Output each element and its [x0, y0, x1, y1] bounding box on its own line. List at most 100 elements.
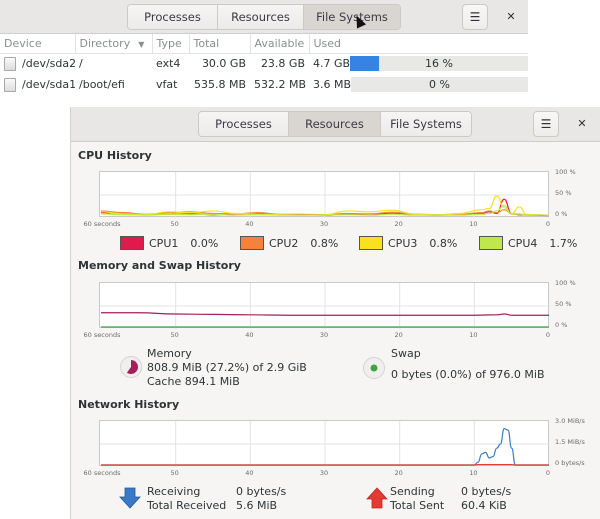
- header-bar: Processes Resources File Systems ☰ ✕: [0, 0, 528, 34]
- memory-pie-icon[interactable]: [120, 356, 142, 378]
- device-name: /dev/sda1: [22, 77, 75, 91]
- drive-icon: [4, 77, 16, 92]
- cpu-history-graph: [99, 171, 550, 218]
- total-cell: 30.0 GB: [201, 57, 246, 71]
- cpu3-label: CPU3: [388, 236, 418, 250]
- x-tick-label: 60 seconds: [83, 331, 121, 339]
- tab-resources[interactable]: Resources: [289, 112, 381, 136]
- device-cell: /dev/sda2: [0, 53, 75, 74]
- tab-file-systems[interactable]: File Systems: [381, 112, 471, 136]
- sending-value: 0 bytes/s: [461, 485, 512, 498]
- y-tick-label: 100 %: [555, 168, 576, 176]
- close-icon: ✕: [577, 117, 587, 130]
- y-tick-label: 0 %: [555, 321, 568, 329]
- total-cell: 535.8 MB: [193, 78, 246, 91]
- sending-info: Sending Total Sent: [390, 485, 444, 513]
- column-header-directory-label: Directory: [79, 36, 131, 50]
- close-button[interactable]: ✕: [501, 7, 521, 27]
- cpu3-value: 0.8%: [429, 236, 458, 250]
- memory-cache: Cache 894.1 MiB: [147, 375, 240, 388]
- x-tick-label: 20: [394, 331, 403, 339]
- view-switcher: Processes Resources File Systems: [198, 111, 472, 137]
- header-bar: Processes Resources File Systems ☰ ✕: [71, 107, 600, 142]
- cpu3-legend: CPU3 0.8%: [359, 236, 457, 250]
- total-received-value: 5.6 MiB: [236, 499, 278, 512]
- tab-processes[interactable]: Processes: [199, 112, 289, 136]
- cpu1-color-swatch[interactable]: [120, 236, 144, 250]
- sending-values: 0 bytes/s 60.4 KiB: [461, 485, 511, 513]
- y-tick-label: 0 bytes/s: [555, 459, 585, 467]
- cpu1-value: 0.0%: [190, 236, 219, 250]
- used-percent-label: 0 %: [429, 78, 450, 91]
- x-tick-label: 50: [170, 220, 179, 228]
- total-sent-value: 60.4 KiB: [461, 499, 507, 512]
- y-tick-label: 0 %: [555, 210, 568, 218]
- hamburger-menu-icon: ☰: [469, 10, 481, 24]
- memory-usage: 808.9 MiB (27.2%) of 2.9 GiB: [147, 361, 307, 374]
- y-tick-label: 100 %: [555, 279, 576, 287]
- used-value: 4.7 GB: [313, 57, 351, 71]
- receiving-value: 0 bytes/s: [236, 485, 287, 498]
- y-tick-label: 50 %: [555, 300, 572, 308]
- swap-usage: 0 bytes (0.0%) of 976.0 MiB: [391, 368, 545, 381]
- chart-plot: [100, 283, 550, 329]
- receiving-info: Receiving Total Received: [147, 485, 226, 513]
- menu-button[interactable]: ☰: [462, 4, 488, 30]
- cpu1-label: CPU1: [149, 236, 179, 250]
- y-tick-label: 50 %: [555, 189, 572, 197]
- available-cell: 532.2 MB: [254, 78, 307, 91]
- cpu4-legend: CPU4 1.7%: [479, 236, 577, 250]
- y-tick-label: 1.5 MiB/s: [555, 438, 585, 446]
- x-tick-label: 20: [394, 220, 403, 228]
- tab-resources[interactable]: Resources: [218, 5, 304, 29]
- file-systems-table: Device Directory ▼ Type Total Available U…: [0, 34, 528, 95]
- used-progress-bar: 0 %: [351, 77, 528, 92]
- column-header-type[interactable]: Type: [152, 34, 190, 54]
- receiving-arrow-icon[interactable]: [119, 487, 141, 509]
- cpu2-legend: CPU2 0.8%: [240, 236, 338, 250]
- used-cell: 4.7 GB 16 %: [309, 53, 528, 74]
- memory-history-graph: [99, 282, 550, 329]
- memory-info: Memory 808.9 MiB (27.2%) of 2.9 GiB Cach…: [147, 347, 307, 389]
- device-name: /dev/sda2: [22, 56, 75, 70]
- column-header-total[interactable]: Total: [189, 34, 251, 54]
- x-tick-label: 40: [245, 220, 254, 228]
- x-tick-label: 20: [394, 469, 403, 477]
- column-header-device[interactable]: Device: [0, 34, 76, 54]
- hamburger-menu-icon: ☰: [540, 117, 552, 131]
- cpu1-legend: CPU1 0.0%: [120, 236, 218, 250]
- cpu3-color-swatch[interactable]: [359, 236, 383, 250]
- receiving-values: 0 bytes/s 5.6 MiB: [236, 485, 286, 513]
- swap-pie-icon[interactable]: [363, 357, 385, 379]
- x-tick-label: 30: [319, 220, 329, 228]
- column-header-available[interactable]: Available: [250, 34, 310, 54]
- table-row[interactable]: /dev/sda1 /boot/efi vfat 535.8 MB 532.2 …: [0, 74, 528, 95]
- cpu2-color-swatch[interactable]: [240, 236, 264, 250]
- x-tick-label: 30: [319, 331, 329, 339]
- table-row[interactable]: /dev/sda2 / ext4 30.0 GB 23.8 GB 4.7 GB …: [0, 53, 528, 74]
- sending-label: Sending: [390, 485, 435, 498]
- close-button[interactable]: ✕: [572, 114, 592, 134]
- total-received-label: Total Received: [147, 499, 227, 512]
- x-tick-label: 10: [469, 469, 478, 477]
- memory-label: Memory: [147, 347, 192, 360]
- sending-arrow-icon[interactable]: [366, 487, 388, 509]
- used-progress-bar: 16 %: [350, 56, 528, 72]
- column-header-used[interactable]: Used: [309, 34, 528, 54]
- cpu-history-title: CPU History: [78, 149, 152, 162]
- total-sent-label: Total Sent: [390, 499, 445, 512]
- x-tick-label: 40: [245, 331, 254, 339]
- chart-plot: [100, 421, 550, 467]
- x-tick-label: 0: [545, 220, 551, 228]
- cpu2-value: 0.8%: [310, 236, 339, 250]
- used-cell: 3.6 MB 0 %: [309, 74, 528, 95]
- resources-window: Processes Resources File Systems ☰ ✕ CPU…: [70, 107, 600, 519]
- menu-button[interactable]: ☰: [533, 111, 559, 137]
- y-tick-label: 3.0 MiB/s: [555, 417, 585, 425]
- cpu4-color-swatch[interactable]: [479, 236, 503, 250]
- column-header-directory[interactable]: Directory ▼: [75, 34, 153, 54]
- tab-processes[interactable]: Processes: [128, 5, 218, 29]
- chart-plot: [100, 172, 550, 218]
- used-value: 3.6 MB: [313, 78, 352, 91]
- directory-cell: /: [79, 57, 83, 71]
